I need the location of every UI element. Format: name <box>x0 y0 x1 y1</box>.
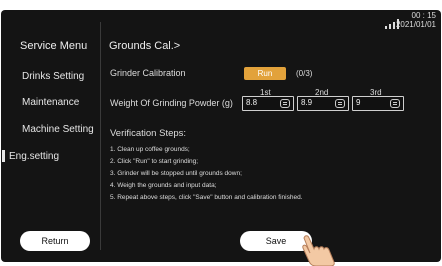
keyboard-icon[interactable] <box>335 99 345 108</box>
verification-step: 3. Grinder will be stopped until grounds… <box>110 170 242 177</box>
weight-input-3rd[interactable]: 9 <box>352 96 404 111</box>
verification-step: 4. Weigh the grounds and input data; <box>110 182 217 189</box>
verification-step: 2. Click "Run" to start grinding; <box>110 158 199 165</box>
run-button[interactable]: Run <box>244 67 286 80</box>
status-clock: 00 : 15 2021/01/01 <box>396 11 436 29</box>
return-button[interactable]: Return <box>20 231 90 251</box>
run-count: (0/3) <box>296 69 313 78</box>
keyboard-icon[interactable] <box>280 99 290 108</box>
verification-title: Verification Steps: <box>110 128 187 139</box>
status-date: 2021/01/01 <box>395 20 436 29</box>
sidebar-item-maintenance[interactable]: Maintenance <box>22 97 79 108</box>
weight-label: Weight Of Grinding Powder (g) <box>110 98 233 108</box>
sidebar-item-eng-setting[interactable]: Eng.setting <box>9 151 59 162</box>
weight-input-1st[interactable]: 8.8 <box>242 96 294 111</box>
grinder-calibration-label: Grinder Calibration <box>110 68 186 78</box>
sidebar-item-machine-setting[interactable]: Machine Setting <box>22 124 94 135</box>
verification-step: 5. Repeat above steps, click "Save" butt… <box>110 194 303 201</box>
status-time: 00 : 15 <box>411 11 436 20</box>
active-indicator <box>2 150 5 162</box>
weight-value-1st: 8.8 <box>246 98 258 107</box>
top-strip <box>0 0 442 10</box>
page-title: Grounds Cal.> <box>109 40 181 52</box>
screen: 00 : 15 2021/01/01 Service Menu Drinks S… <box>0 0 442 266</box>
keyboard-icon[interactable] <box>390 99 400 108</box>
sidebar-title: Service Menu <box>20 40 88 52</box>
verification-step: 1. Clean up coffee grounds; <box>110 146 190 153</box>
pointing-hand-icon <box>302 235 335 266</box>
weight-value-3rd: 9 <box>356 98 361 107</box>
sidebar-divider <box>100 22 101 250</box>
sidebar-item-drinks-setting[interactable]: Drinks Setting <box>22 71 84 82</box>
weight-value-2nd: 8.9 <box>301 98 313 107</box>
weight-input-2nd[interactable]: 8.9 <box>297 96 349 111</box>
